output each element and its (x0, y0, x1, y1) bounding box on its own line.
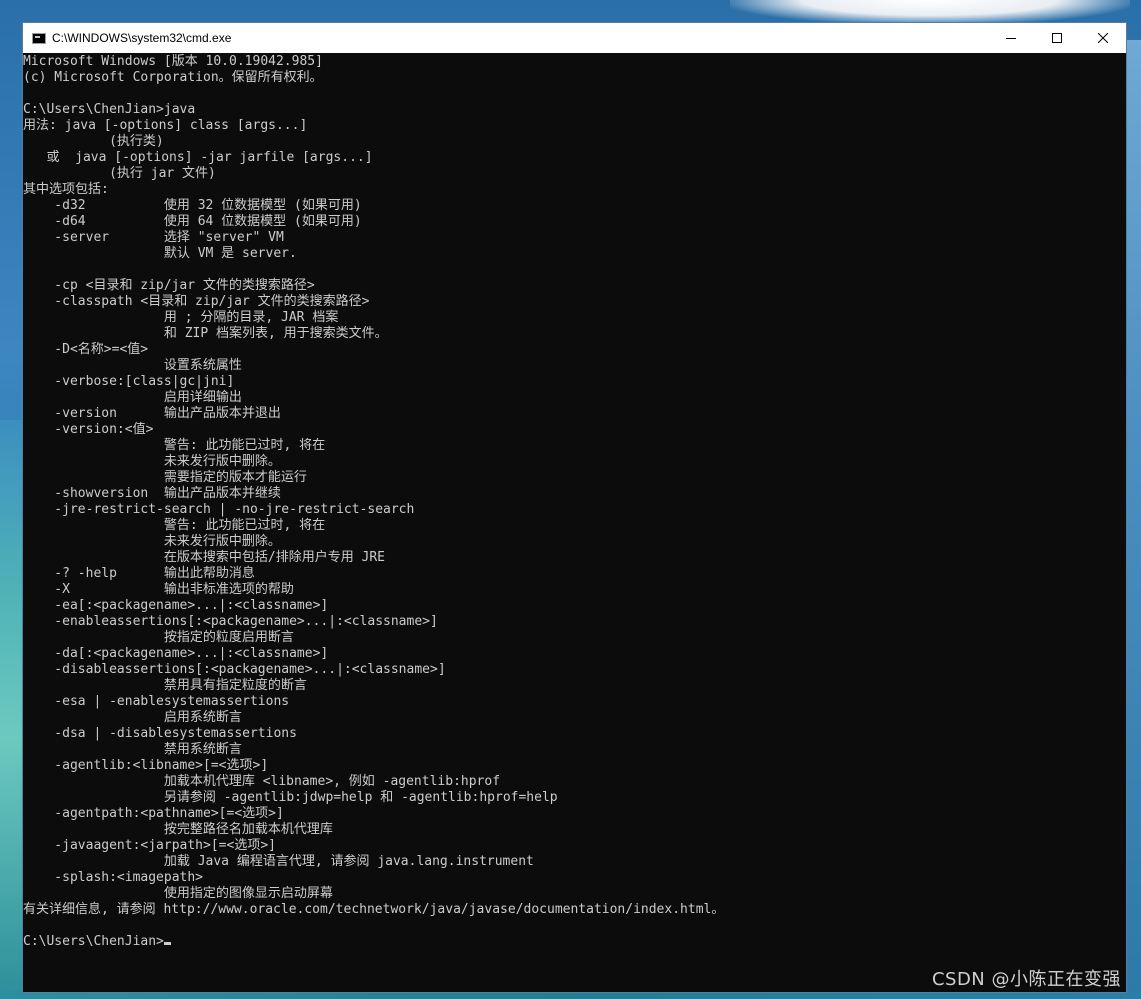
console-line: 按完整路径名加载本机代理库 (23, 822, 333, 837)
console-line: 或 java [-options] -jar jarfile [args...] (23, 150, 373, 165)
console-line: -javaagent:<jarpath>[=<选项>] (23, 838, 276, 853)
console-line: -esa | -enablesystemassertions (23, 694, 290, 709)
console-line: 加载本机代理库 <libname>, 例如 -agentlib:hprof (23, 774, 501, 789)
console-line: 启用详细输出 (23, 390, 242, 405)
console-line: -d64 使用 64 位数据模型 (如果可用) (23, 214, 362, 229)
console-line: -da[:<packagename>...|:<classname>] (23, 646, 329, 661)
console-line: 警告: 此功能已过时, 将在 (23, 518, 326, 533)
console-line: 设置系统属性 (23, 358, 242, 373)
console-line: 警告: 此功能已过时, 将在 (23, 438, 326, 453)
console-line: 未来发行版中删除。 (23, 534, 281, 549)
console-line: 启用系统断言 (23, 710, 242, 725)
console-line: 用 ; 分隔的目录, JAR 档案 (23, 310, 339, 325)
console-line: -splash:<imagepath> (23, 870, 204, 885)
console-output[interactable]: Microsoft Windows [版本 10.0.19042.985] (c)… (23, 54, 1126, 992)
console-line: 有关详细信息, 请参阅 http://www.oracle.com/techne… (23, 902, 725, 917)
console-line: -classpath <目录和 zip/jar 文件的类搜索路径> (23, 294, 370, 309)
console-line: 未来发行版中删除。 (23, 454, 281, 469)
console-line: 其中选项包括: (23, 182, 109, 197)
console-line: -d32 使用 32 位数据模型 (如果可用) (23, 198, 362, 213)
console-line: 使用指定的图像显示启动屏幕 (23, 886, 333, 901)
console-line: 按指定的粒度启用断言 (23, 630, 294, 645)
close-button[interactable] (1080, 23, 1126, 53)
console-line: -enableassertions[:<packagename>...|:<cl… (23, 614, 438, 629)
console-line: -agentlib:<libname>[=<选项>] (23, 758, 269, 773)
console-line: -? -help 输出此帮助消息 (23, 566, 255, 581)
console-line: 默认 VM 是 server. (23, 246, 297, 261)
window-controls (988, 23, 1126, 53)
desktop-wallpaper-top (730, 0, 1130, 24)
close-icon (1098, 33, 1108, 43)
console-line: Microsoft Windows [版本 10.0.19042.985] (23, 54, 323, 69)
console-line: 需要指定的版本才能运行 (23, 470, 307, 485)
minimize-button[interactable] (988, 23, 1034, 53)
console-line: -cp <目录和 zip/jar 文件的类搜索路径> (23, 278, 315, 293)
minimize-icon (1006, 38, 1016, 39)
console-line: (执行 jar 文件) (23, 166, 216, 181)
console-line: -X 输出非标准选项的帮助 (23, 582, 294, 597)
console-line: -ea[:<packagename>...|:<classname>] (23, 598, 329, 613)
console-line: -version 输出产品版本并退出 (23, 406, 281, 421)
maximize-button[interactable] (1034, 23, 1080, 53)
title-bar[interactable]: C:\WINDOWS\system32\cmd.exe (23, 23, 1126, 53)
text-cursor (163, 942, 171, 945)
console-line: (c) Microsoft Corporation。保留所有权利。 (23, 70, 323, 85)
cmd-icon[interactable] (32, 32, 46, 44)
console-line: -showversion 输出产品版本并继续 (23, 486, 281, 501)
prompt-line[interactable]: C:\Users\ChenJian> (23, 934, 1126, 950)
cmd-window[interactable]: C:\WINDOWS\system32\cmd.exe Microsoft Wi… (22, 22, 1127, 993)
desktop-wallpaper-left (0, 420, 24, 999)
console-line: 禁用具有指定粒度的断言 (23, 678, 307, 693)
console-line: -disableassertions[:<packagename>...|:<c… (23, 662, 446, 677)
console-line: 加载 Java 编程语言代理, 请参阅 java.lang.instrument (23, 854, 534, 869)
window-title: C:\WINDOWS\system32\cmd.exe (52, 31, 232, 45)
maximize-icon (1052, 33, 1062, 43)
console-line: (执行类) (23, 134, 164, 149)
console-line: -D<名称>=<值> (23, 342, 149, 357)
console-line: 禁用系统断言 (23, 742, 242, 757)
console-line: 在版本搜索中包括/排除用户专用 JRE (23, 550, 386, 565)
console-line: -jre-restrict-search | -no-jre-restrict-… (23, 502, 415, 517)
console-line: C:\Users\ChenJian>java (23, 102, 196, 117)
console-line: -server 选择 "server" VM (23, 230, 284, 245)
watermark: CSDN @小陈正在变强 (931, 969, 1121, 990)
prompt-text: C:\Users\ChenJian> (23, 934, 164, 949)
console-line: 用法: java [-options] class [args...] (23, 118, 308, 133)
console-line: -version:<值> (23, 422, 154, 437)
console-line: -verbose:[class|gc|jni] (23, 374, 235, 389)
console-line: 和 ZIP 档案列表, 用于搜索类文件。 (23, 326, 388, 341)
console-line: -agentpath:<pathname>[=<选项>] (23, 806, 284, 821)
desktop-wallpaper-right (1127, 40, 1141, 999)
console-line: -dsa | -disablesystemassertions (23, 726, 297, 741)
console-line: 另请参阅 -agentlib:jdwp=help 和 -agentlib:hpr… (23, 790, 558, 805)
